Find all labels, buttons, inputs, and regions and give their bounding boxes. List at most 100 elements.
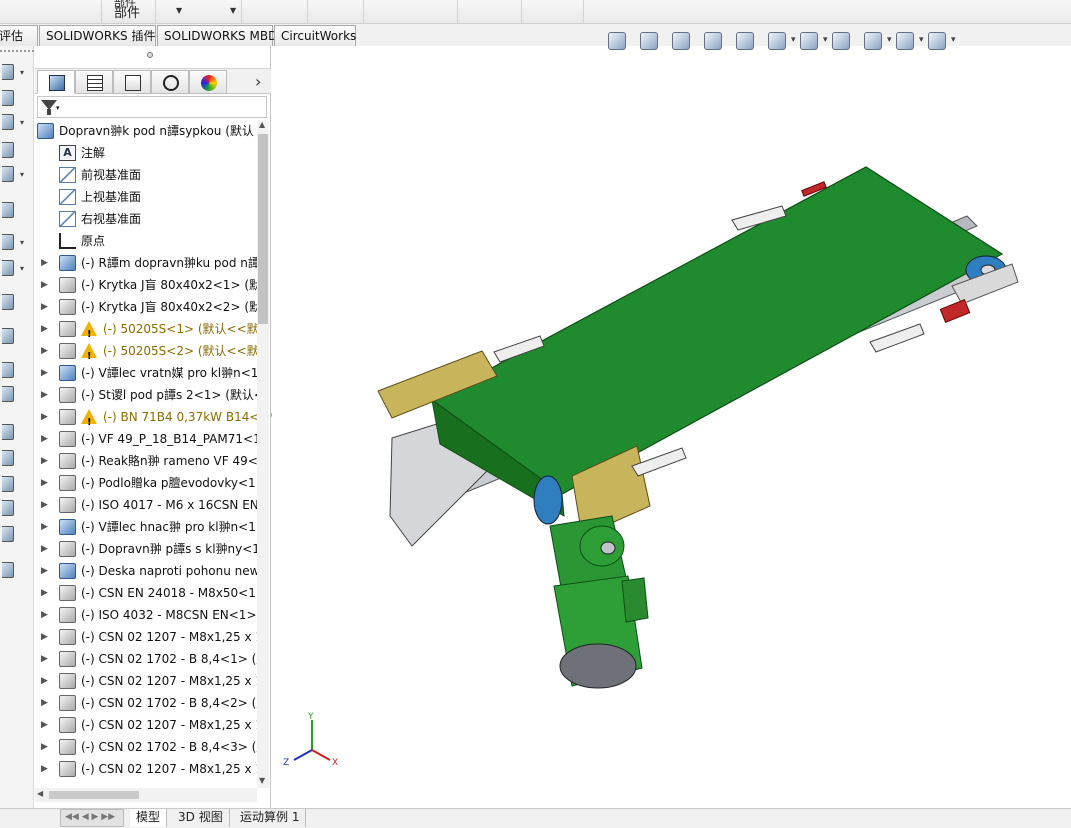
tree-node[interactable]: A 注解 (35, 142, 257, 164)
tree-node[interactable]: ▶ (-) ISO 4017 - M6 x 16CSN EN (35, 494, 257, 516)
scroll-left-arrow[interactable]: ◀ (37, 789, 43, 798)
display-manager-tab[interactable] (189, 70, 227, 94)
tree-node[interactable]: ▶ (-) Reak賂n翀 rameno VF 49< (35, 450, 257, 472)
toolbar-arrow-5[interactable]: ▾ (20, 170, 24, 179)
tree-vertical-scrollbar[interactable]: ▲ ▼ (257, 120, 269, 788)
expand-arrow-icon[interactable]: ▶ (41, 274, 48, 296)
graphics-area[interactable]: Y X Z (272, 32, 1071, 808)
toolbar-arrow-1[interactable]: ▾ (20, 68, 24, 77)
tree-node[interactable]: ▶ (-) R譚m dopravn翀ku pod n譚 (35, 252, 257, 274)
toolbar-icon-9[interactable] (2, 294, 14, 310)
tree-node[interactable]: ▶ (-) V譚lec hnac翀 pro kl翀n<1: (35, 516, 257, 538)
toolbar-icon-15[interactable] (2, 476, 14, 492)
expand-arrow-icon[interactable]: ▶ (41, 494, 48, 516)
expand-arrow-icon[interactable]: ▶ (41, 296, 48, 318)
toolbar-icon-4[interactable] (2, 142, 14, 158)
tree-node[interactable]: ▶ (-) CSN 02 1207 - M8x1,25 x 1 (35, 714, 257, 736)
expand-arrow-icon[interactable]: ▶ (41, 450, 48, 472)
head-roller[interactable] (533, 475, 563, 525)
feature-manager-tree-tab[interactable] (37, 70, 75, 94)
expand-arrow-icon[interactable]: ▶ (41, 428, 48, 450)
tree-node[interactable]: ▶ (-) V譚lec vratn媒 pro kl翀n<1 (35, 362, 257, 384)
configuration-manager-tab[interactable] (113, 70, 151, 94)
dimxpert-manager-tab[interactable] (151, 70, 189, 94)
tree-node[interactable]: ▶ (-) CSN 02 1207 - M8x1,25 x 1 (35, 626, 257, 648)
tree-node[interactable]: ▶ (-) Deska naproti pohonu new (35, 560, 257, 582)
scroll-up-arrow[interactable]: ▲ (259, 120, 265, 129)
expand-arrow-icon[interactable]: ▶ (41, 538, 48, 560)
tree-node[interactable]: ▶ (-) Krytka J盲 80x40x2<2> (默认 (35, 296, 257, 318)
tab-circuitworks[interactable]: CircuitWorks (274, 25, 356, 46)
tree-horizontal-scrollbar[interactable]: ◀ (35, 788, 257, 802)
expand-arrow-icon[interactable]: ▶ (41, 582, 48, 604)
tab-motion-study-1[interactable]: 运动算例 1 (234, 809, 307, 827)
toolbar-icon-7[interactable] (2, 234, 14, 250)
expand-arrow-icon[interactable]: ▶ (41, 472, 48, 494)
expand-arrow-icon[interactable]: ▶ (41, 670, 48, 692)
tree-node[interactable]: 上视基准面 (35, 186, 257, 208)
chevron-right-icon[interactable]: › (255, 72, 261, 91)
expand-arrow-icon[interactable]: ▶ (41, 252, 48, 274)
tab-solidworks-mbd[interactable]: SOLIDWORKS MBD (157, 25, 277, 46)
toolbar-icon-1[interactable] (2, 64, 14, 80)
tree-node[interactable]: ▶ (-) Podlo贈ka p膻evodovky<1 (35, 472, 257, 494)
tree-filter-box[interactable]: ▾ (37, 96, 267, 118)
tree-node[interactable]: ▶ (-) Dopravn翀 p譚s s kl翀ny<1 (35, 538, 257, 560)
toolbar-icon-11[interactable] (2, 362, 14, 378)
conveyor-3d-model[interactable] (272, 46, 1071, 746)
tree-node[interactable]: ▶ (-) CSN 02 1702 - B 8,4<3> (默 (35, 736, 257, 758)
tree-node[interactable]: 前视基准面 (35, 164, 257, 186)
toolbar-icon-14[interactable] (2, 450, 14, 466)
panel-collapse-handle[interactable] (147, 52, 153, 58)
expand-arrow-icon[interactable]: ▶ (41, 384, 48, 406)
scroll-down-arrow[interactable]: ▼ (259, 776, 265, 785)
tab-solidworks-addins[interactable]: SOLIDWORKS 插件 (39, 25, 156, 46)
property-manager-tab[interactable] (75, 70, 113, 94)
toolbar-icon-18[interactable] (2, 562, 14, 578)
toolbar-icon-6[interactable] (2, 202, 14, 218)
expand-arrow-icon[interactable]: ▶ (41, 516, 48, 538)
tree-node[interactable]: ▶ (-) BN 71B4 0,37kW B14< (35, 406, 257, 434)
tree-node[interactable]: 原点 (35, 230, 257, 252)
toolbar-arrow-3[interactable]: ▾ (20, 118, 24, 127)
strip-grip[interactable] (0, 50, 34, 52)
toolbar-icon-5[interactable] (2, 166, 14, 182)
filter-dropdown-arrow[interactable]: ▾ (56, 104, 60, 112)
tab-3d-views[interactable]: 3D 视图 (172, 809, 230, 827)
ribbon-group-components[interactable]: 部件 部件 (102, 0, 156, 24)
tab-model[interactable]: 模型 (130, 809, 168, 827)
ribbon-dropdown-arrow-2[interactable]: ▼ (230, 6, 236, 15)
toolbar-icon-3[interactable] (2, 114, 14, 130)
tree-node[interactable]: ▶ (-) St谡l pod p譚s 2<1> (默认< (35, 384, 257, 406)
tree-node[interactable]: ▶ (-) ISO 4032 - M8CSN EN<1> (35, 604, 257, 626)
toolbar-icon-2[interactable] (2, 90, 14, 106)
expand-arrow-icon[interactable]: ▶ (41, 736, 48, 758)
expand-arrow-icon[interactable]: ▶ (41, 362, 48, 384)
tree-root-assembly[interactable]: Dopravn翀k pod n譚sypkou (默认< (35, 120, 257, 142)
toolbar-icon-13[interactable] (2, 424, 14, 440)
toolbar-icon-12[interactable] (2, 386, 14, 402)
toolbar-icon-8[interactable] (2, 260, 14, 276)
tree-node[interactable]: ▶ (-) 50205S<2> (默认<<默认 (35, 340, 257, 368)
tree-scroll-thumb[interactable] (258, 134, 268, 324)
tree-node[interactable]: ▶ (-) Krytka J盲 80x40x2<1> (默认 (35, 274, 257, 296)
expand-arrow-icon[interactable]: ▶ (41, 340, 48, 362)
expand-arrow-icon[interactable]: ▶ (41, 714, 48, 736)
tree-node[interactable]: ▶ (-) VF 49_P_18_B14_PAM71<1> (35, 428, 257, 450)
toolbar-arrow-8[interactable]: ▾ (20, 264, 24, 273)
tab-evaluate[interactable]: 评估 (0, 25, 38, 46)
tab-scroll-buttons[interactable]: ◀◀ ◀ ▶ ▶▶ (60, 809, 124, 827)
toolbar-icon-16[interactable] (2, 500, 14, 516)
tree-node[interactable]: ▶ (-) CSN 02 1702 - B 8,4<1> (默 (35, 648, 257, 670)
tree-hscroll-thumb[interactable] (49, 791, 139, 799)
tree-node[interactable]: 右视基准面 (35, 208, 257, 230)
expand-arrow-icon[interactable]: ▶ (41, 560, 48, 582)
expand-arrow-icon[interactable]: ▶ (41, 692, 48, 714)
tree-node[interactable]: ▶ (-) CSN 02 1207 - M8x1,25 x 1 (35, 758, 257, 780)
expand-arrow-icon[interactable]: ▶ (41, 758, 48, 780)
tree-node[interactable]: ▶ (-) CSN 02 1207 - M8x1,25 x 1 (35, 670, 257, 692)
toolbar-icon-17[interactable] (2, 526, 14, 542)
tree-node[interactable]: ▶ (-) CSN 02 1702 - B 8,4<2> (默 (35, 692, 257, 714)
expand-arrow-icon[interactable]: ▶ (41, 318, 48, 340)
expand-arrow-icon[interactable]: ▶ (41, 406, 48, 428)
